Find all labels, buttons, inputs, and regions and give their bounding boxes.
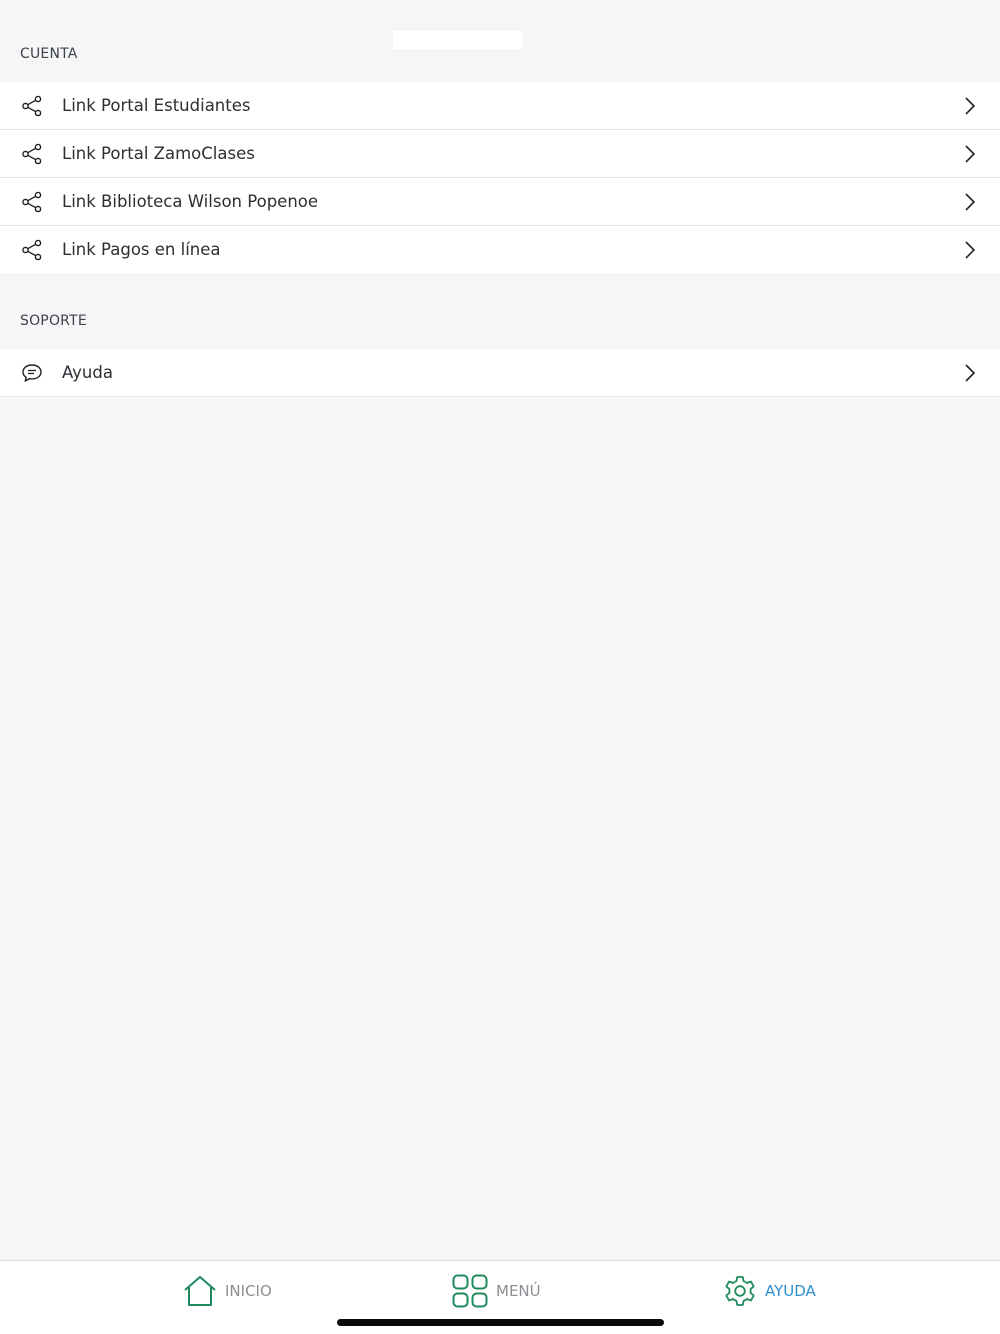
list-item-portal-zamoclases[interactable]: Link Portal ZamoClases: [0, 130, 1000, 178]
tab-inicio[interactable]: INICIO: [183, 1273, 272, 1309]
tab-label: INICIO: [225, 1282, 272, 1300]
home-indicator: [337, 1319, 664, 1326]
chat-bubble-icon: [20, 361, 44, 385]
tab-ayuda[interactable]: AYUDA: [723, 1273, 816, 1309]
chevron-right-icon: [965, 192, 976, 211]
cuenta-list: Link Portal Estudiantes Link Portal Zamo…: [0, 82, 1000, 273]
list-item-pagos[interactable]: Link Pagos en línea: [0, 226, 1000, 273]
chevron-right-icon: [965, 240, 976, 259]
section-header-cuenta: CUENTA: [20, 46, 78, 62]
list-item-ayuda[interactable]: Ayuda: [0, 349, 1000, 397]
chevron-right-icon: [965, 96, 976, 115]
gear-icon: [725, 1276, 755, 1306]
tab-menu[interactable]: MENÚ: [452, 1273, 541, 1309]
list-item-label: Link Pagos en línea: [62, 240, 221, 259]
list-item-label: Link Portal ZamoClases: [62, 144, 255, 163]
share-icon: [20, 190, 44, 214]
top-placeholder: [393, 31, 523, 49]
share-icon: [20, 94, 44, 118]
chevron-right-icon: [965, 144, 976, 163]
grid-icon: [452, 1274, 488, 1308]
home-icon: [184, 1276, 216, 1306]
list-item-portal-estudiantes[interactable]: Link Portal Estudiantes: [0, 82, 1000, 130]
share-icon: [20, 238, 44, 262]
chevron-right-icon: [965, 363, 976, 382]
list-item-label: Ayuda: [62, 363, 113, 382]
tab-label: MENÚ: [496, 1282, 541, 1300]
soporte-list: Ayuda: [0, 349, 1000, 397]
list-item-biblioteca[interactable]: Link Biblioteca Wilson Popenoe: [0, 178, 1000, 226]
share-icon: [20, 142, 44, 166]
tab-label: AYUDA: [765, 1282, 816, 1300]
settings-screen: CUENTA Link Portal Estudiantes Link Port…: [0, 0, 1000, 1334]
section-header-soporte: SOPORTE: [20, 313, 87, 329]
list-item-label: Link Biblioteca Wilson Popenoe: [62, 192, 319, 211]
list-item-label: Link Portal Estudiantes: [62, 96, 251, 115]
